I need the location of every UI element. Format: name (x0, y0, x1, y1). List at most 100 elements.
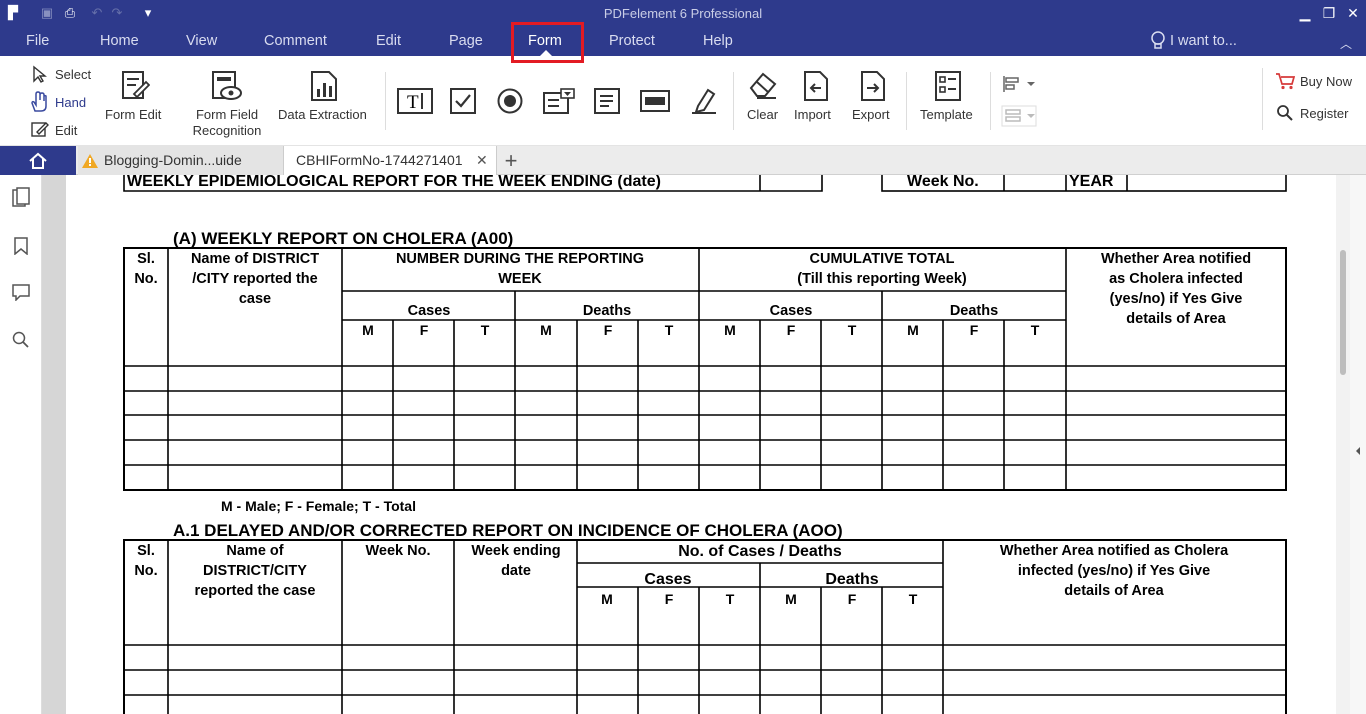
close-icon[interactable]: ✕ (1340, 2, 1366, 24)
template-button[interactable]: Template (920, 107, 973, 122)
whether-label-1: Whether Area notified (1101, 251, 1251, 267)
register-search-icon (1277, 105, 1293, 121)
m-col: M (724, 322, 736, 338)
home-tab[interactable] (0, 146, 76, 175)
tab-label: CBHIFormNo-1744271401 (296, 152, 463, 168)
toolbar-divider (990, 72, 991, 130)
minimize-icon[interactable]: ▁ (1292, 2, 1318, 24)
week-ending-label-1: Week ending (471, 543, 560, 559)
slno-label-2: No. (134, 563, 157, 579)
title-bar: ▛ ▣ ⎙ ↶ ↷ ▾ PDFelement 6 Professional ▁ … (0, 0, 1366, 27)
week-no-label: Week No. (907, 175, 979, 190)
section-a1-title: A.1 DELAYED AND/OR CORRECTED REPORT ON I… (173, 521, 843, 540)
t-col: T (481, 322, 490, 338)
no-cases-deaths-header: No. of Cases / Deaths (678, 543, 842, 560)
list-box-icon[interactable] (594, 88, 620, 114)
search-help-input[interactable]: I want to... (1170, 33, 1237, 49)
menu-edit[interactable]: Edit (376, 33, 401, 49)
menu-help[interactable]: Help (703, 33, 733, 49)
menu-view[interactable]: View (186, 33, 217, 49)
checkbox-icon[interactable] (450, 88, 476, 114)
form-edit-button[interactable]: Form Edit (105, 107, 161, 122)
import-button[interactable]: Import (794, 107, 831, 122)
whether2-label-1: Whether Area notified as Cholera (1000, 543, 1229, 559)
expand-right-panel-icon[interactable] (1355, 446, 1361, 456)
radio-button-icon[interactable] (497, 88, 523, 114)
text-field-icon[interactable]: T (397, 88, 433, 114)
t-col: T (1031, 322, 1040, 338)
search-icon[interactable] (12, 331, 30, 349)
t-col: T (665, 322, 674, 338)
restore-icon[interactable]: ❐ (1316, 2, 1342, 24)
district-label-1: Name of DISTRICT (191, 251, 319, 267)
tab-close-icon[interactable]: ✕ (476, 146, 488, 175)
window-title: PDFelement 6 Professional (603, 6, 763, 21)
bookmark-icon[interactable] (13, 237, 29, 255)
report-header-text: WEEKLY EPIDEMIOLOGICAL REPORT FOR THE WE… (127, 175, 661, 190)
right-panel-collapsed (1350, 175, 1366, 714)
whether-label-4: details of Area (1126, 311, 1226, 327)
comment-icon[interactable] (12, 283, 30, 301)
hand-tool[interactable]: Hand (55, 95, 86, 110)
select-tool[interactable]: Select (55, 67, 91, 82)
button-field-icon[interactable] (640, 90, 670, 112)
district2-label-3: reported the case (195, 583, 316, 599)
section-a-title: (A) WEEKLY REPORT ON CHOLERA (A00) (173, 229, 513, 248)
m-col: M (907, 322, 919, 338)
week-no-col: Week No. (365, 543, 430, 559)
form-field-recognition-icon (212, 71, 242, 100)
form-edit-icon (122, 71, 150, 99)
m-col: M (785, 591, 797, 607)
toolbar-divider (1262, 68, 1263, 130)
signature-field-icon[interactable] (690, 86, 718, 114)
edit-tool[interactable]: Edit (55, 123, 77, 138)
form-toolbar: Select Hand Edit Form Edit Form Field Rec… (0, 56, 1366, 146)
register-link[interactable]: Register (1300, 106, 1348, 121)
f-col: F (848, 591, 857, 607)
menu-file[interactable]: File (26, 33, 49, 49)
toolbar-divider (733, 72, 734, 130)
left-sidebar (0, 175, 49, 714)
warning-icon (82, 154, 98, 168)
report-form: WEEKLY EPIDEMIOLOGICAL REPORT FOR THE WE… (123, 175, 1287, 714)
lightbulb-icon (1151, 31, 1165, 49)
scrollbar-thumb[interactable] (1340, 250, 1346, 375)
week-ending-label-2: date (501, 563, 531, 579)
collapse-ribbon-icon[interactable]: ︿ (1340, 35, 1352, 52)
year-label: YEAR (1069, 175, 1114, 190)
data-extraction-icon (311, 71, 337, 101)
export-button[interactable]: Export (852, 107, 890, 122)
district-label-3: case (239, 291, 271, 307)
m-col: M (601, 591, 613, 607)
combo-box-icon[interactable] (543, 88, 575, 114)
toolbar-divider (906, 72, 907, 130)
edit-icon (31, 122, 49, 137)
whether-label-2: as Cholera infected (1109, 271, 1243, 287)
data-extraction-button[interactable]: Data Extraction (278, 107, 367, 122)
cases-header: Cases (644, 571, 691, 588)
whether2-label-2: infected (yes/no) if Yes Give (1018, 563, 1210, 579)
menu-comment[interactable]: Comment (264, 33, 327, 49)
template-icon (935, 71, 961, 101)
district-label-2: /CITY reported the (192, 271, 317, 287)
clear-button[interactable]: Clear (747, 107, 778, 122)
align-dropdown-icon[interactable] (1001, 74, 1037, 94)
slno-label-2: No. (134, 271, 157, 287)
form-menu-highlight (511, 22, 584, 63)
cases-header: Cases (408, 303, 451, 319)
menu-protect[interactable]: Protect (609, 33, 655, 49)
tab-blogging-domination[interactable]: Blogging-Domin...uide (78, 146, 283, 175)
export-icon (861, 71, 885, 101)
tab-cbhi-form[interactable]: CBHIFormNo-1744271401 ✕ (283, 146, 497, 175)
pdf-page: WEEKLY EPIDEMIOLOGICAL REPORT FOR THE WE… (66, 175, 1336, 714)
buy-now-link[interactable]: Buy Now (1300, 74, 1352, 89)
distribute-dropdown-icon[interactable] (1001, 105, 1037, 127)
menu-home[interactable]: Home (100, 33, 139, 49)
whether2-label-3: details of Area (1064, 583, 1164, 599)
menu-page[interactable]: Page (449, 33, 483, 49)
form-field-recognition-button[interactable]: Form Field Recognition (187, 107, 267, 139)
new-tab-icon[interactable]: + (500, 146, 522, 175)
document-tabs: Blogging-Domin...uide CBHIFormNo-1744271… (0, 146, 1366, 175)
thumbnails-icon[interactable] (12, 187, 30, 209)
home-icon (29, 152, 47, 169)
